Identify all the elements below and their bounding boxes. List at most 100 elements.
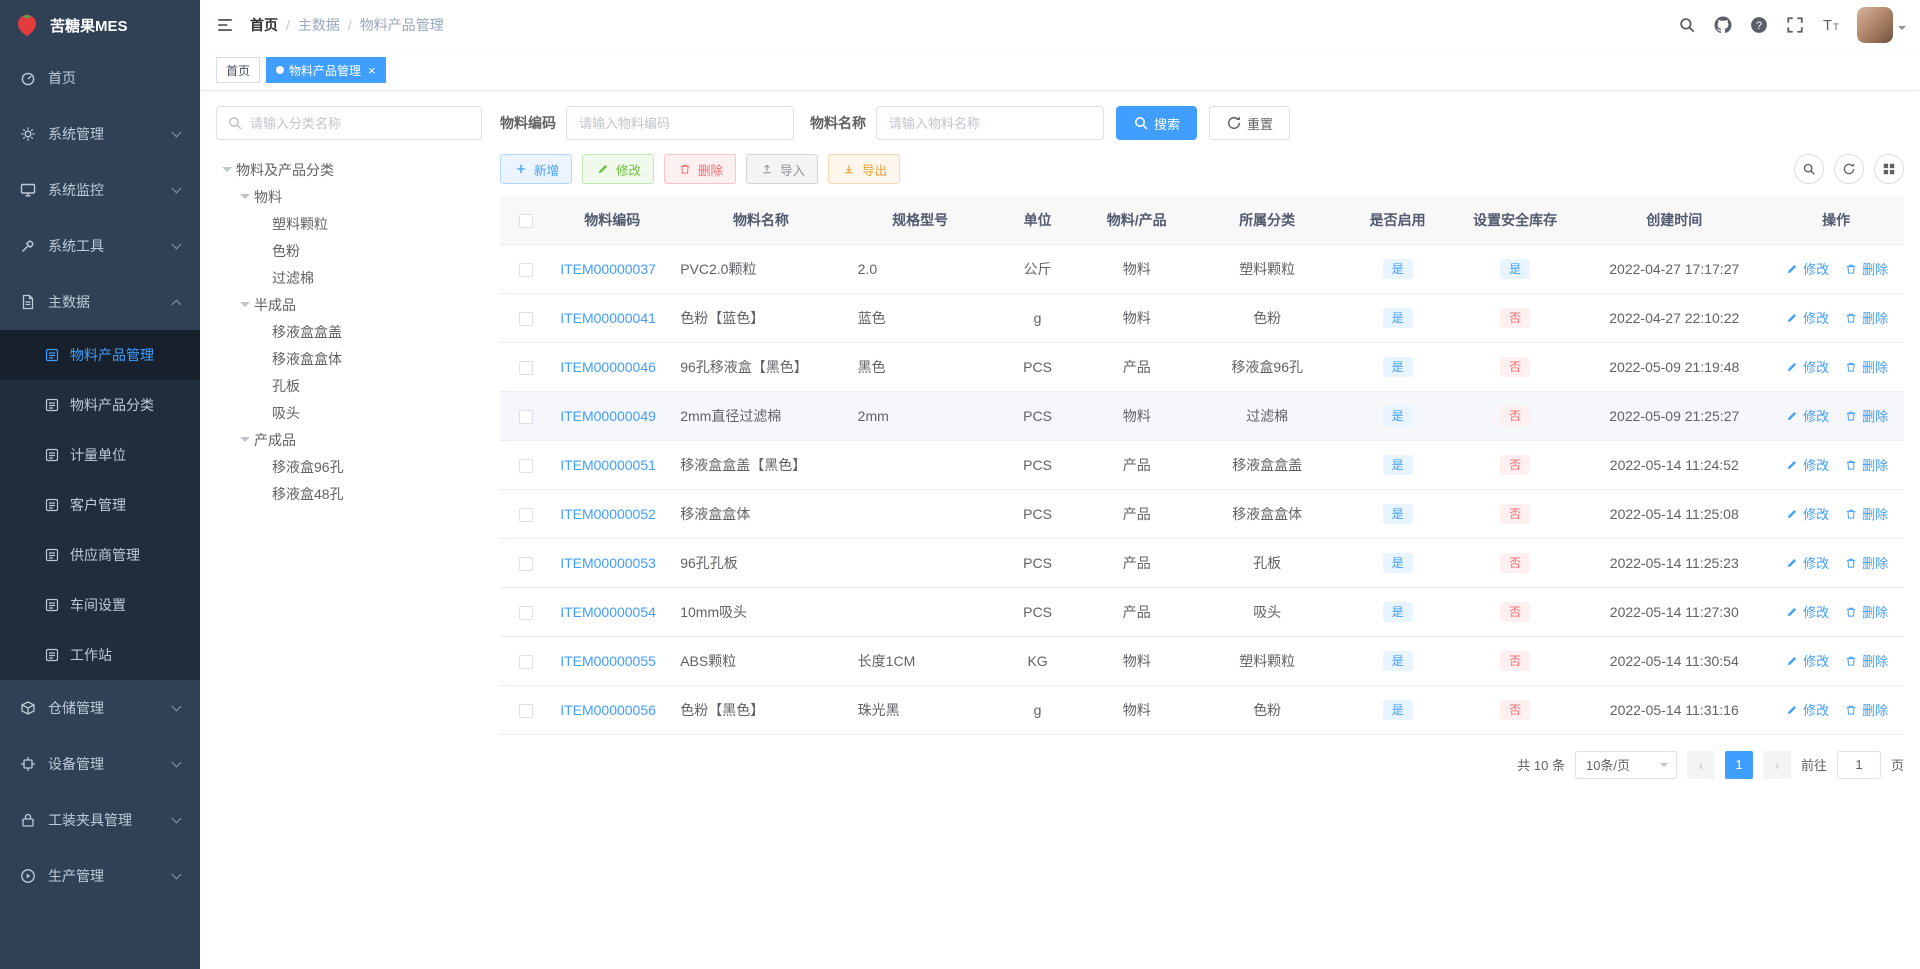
tree-node[interactable]: 物料及产品分类 [216,156,482,183]
delete-link[interactable]: 删除 [1843,651,1888,670]
sidebar-item-fixture-manage[interactable]: 工装夹具管理 [0,792,200,848]
column-settings-button[interactable] [1874,154,1904,184]
prev-page-button[interactable]: ‹ [1686,750,1715,779]
tree-node[interactable]: 塑料颗粒 [216,210,482,237]
sidebar-item-production-manage[interactable]: 生产管理 [0,848,200,904]
sidebar-item-system-monitor[interactable]: 系统监控 [0,162,200,218]
item-code-link[interactable]: ITEM00000051 [560,457,656,473]
tree-node[interactable]: 色粉 [216,237,482,264]
sidebar-item-warehouse-manage[interactable]: 仓储管理 [0,680,200,736]
row-checkbox[interactable] [519,605,534,620]
breadcrumb-item[interactable]: 首页 [250,15,278,35]
edit-link[interactable]: 修改 [1784,308,1829,327]
fullscreen-icon[interactable] [1777,0,1813,50]
item-code-link[interactable]: ITEM00000041 [560,310,656,326]
import-button[interactable]: 导入 [746,154,819,184]
row-checkbox[interactable] [519,654,534,669]
tree-node[interactable]: 移液盒盒盖 [216,318,482,345]
item-code-link[interactable]: ITEM00000056 [560,702,656,718]
row-checkbox[interactable] [519,409,534,424]
edit-link[interactable]: 修改 [1784,455,1829,474]
item-code-link[interactable]: ITEM00000049 [560,408,656,424]
caret-down-icon[interactable] [240,437,250,447]
reset-button[interactable]: 重置 [1209,106,1291,140]
item-code-link[interactable]: ITEM00000053 [560,555,656,571]
row-checkbox[interactable] [519,262,534,277]
edit-link[interactable]: 修改 [1784,651,1829,670]
export-button[interactable]: 导出 [828,154,901,184]
delete-link[interactable]: 删除 [1843,602,1888,621]
material-name-input[interactable] [876,106,1104,140]
page-size-select[interactable]: 10条/页 [1574,750,1677,779]
tree-node[interactable]: 产成品 [216,426,482,453]
page-number-button[interactable]: 1 [1724,750,1753,779]
tag-物料产品管理[interactable]: 物料产品管理 × [266,57,386,83]
github-icon[interactable] [1705,0,1741,50]
edit-button[interactable]: 修改 [582,154,655,184]
item-code-link[interactable]: ITEM00000054 [560,604,656,620]
caret-down-icon[interactable] [240,302,250,312]
sidebar-item-system-tools[interactable]: 系统工具 [0,218,200,274]
tree-node[interactable]: 移液盒48孔 [216,480,482,507]
tree-node[interactable]: 孔板 [216,372,482,399]
sidebar-item-device-manage[interactable]: 设备管理 [0,736,200,792]
sidebar-subitem-material-product-manage[interactable]: 物料产品管理 [0,330,200,380]
sidebar-subitem-material-product-category[interactable]: 物料产品分类 [0,380,200,430]
select-all-checkbox[interactable] [519,213,534,228]
row-checkbox[interactable] [519,311,534,326]
user-menu[interactable] [1857,7,1906,43]
add-button[interactable]: 新增 [500,154,573,184]
item-code-link[interactable]: ITEM00000052 [560,506,656,522]
edit-link[interactable]: 修改 [1784,602,1829,621]
delete-link[interactable]: 删除 [1843,700,1888,719]
delete-link[interactable]: 删除 [1843,504,1888,523]
item-code-link[interactable]: ITEM00000055 [560,653,656,669]
search-icon[interactable] [1669,0,1705,50]
row-checkbox[interactable] [519,458,534,473]
delete-button[interactable]: 删除 [664,154,737,184]
edit-link[interactable]: 修改 [1784,553,1829,572]
sidebar-subitem-workshop-setting[interactable]: 车间设置 [0,580,200,630]
breadcrumb-item[interactable]: 主数据 [298,15,340,35]
tree-node[interactable]: 移液盒盒体 [216,345,482,372]
caret-down-icon[interactable] [240,194,250,204]
edit-link[interactable]: 修改 [1784,700,1829,719]
toggle-search-button[interactable] [1794,154,1824,184]
font-size-icon[interactable]: TT [1813,0,1849,50]
delete-link[interactable]: 删除 [1843,259,1888,278]
tree-node[interactable]: 移液盒96孔 [216,453,482,480]
search-button[interactable]: 搜索 [1116,106,1198,140]
tag-首页[interactable]: 首页 [216,57,261,83]
edit-link[interactable]: 修改 [1784,357,1829,376]
app-logo[interactable]: 苦糖果MES [0,0,200,50]
help-icon[interactable]: ? [1741,0,1777,50]
next-page-button[interactable]: › [1762,750,1791,779]
row-checkbox[interactable] [519,703,534,718]
tree-node[interactable]: 吸头 [216,399,482,426]
tree-node[interactable]: 过滤棉 [216,264,482,291]
delete-link[interactable]: 删除 [1843,455,1888,474]
edit-link[interactable]: 修改 [1784,504,1829,523]
material-code-input[interactable] [566,106,794,140]
sidebar-subitem-customer-manage[interactable]: 客户管理 [0,480,200,530]
sidebar-subitem-supplier-manage[interactable]: 供应商管理 [0,530,200,580]
sidebar-item-system-manage[interactable]: 系统管理 [0,106,200,162]
goto-page-input[interactable] [1836,750,1881,779]
sidebar-item-home[interactable]: 首页 [0,50,200,106]
edit-link[interactable]: 修改 [1784,406,1829,425]
item-code-link[interactable]: ITEM00000037 [560,261,656,277]
delete-link[interactable]: 删除 [1843,406,1888,425]
delete-link[interactable]: 删除 [1843,357,1888,376]
row-checkbox[interactable] [519,360,534,375]
hamburger-icon[interactable] [200,0,250,50]
caret-down-icon[interactable] [222,167,232,177]
row-checkbox[interactable] [519,507,534,522]
row-checkbox[interactable] [519,556,534,571]
category-search-input[interactable] [250,115,471,131]
tree-node[interactable]: 半成品 [216,291,482,318]
tree-node[interactable]: 物料 [216,183,482,210]
refresh-table-button[interactable] [1834,154,1864,184]
avatar[interactable] [1857,7,1893,43]
delete-link[interactable]: 删除 [1843,553,1888,572]
close-icon[interactable]: × [368,64,376,77]
